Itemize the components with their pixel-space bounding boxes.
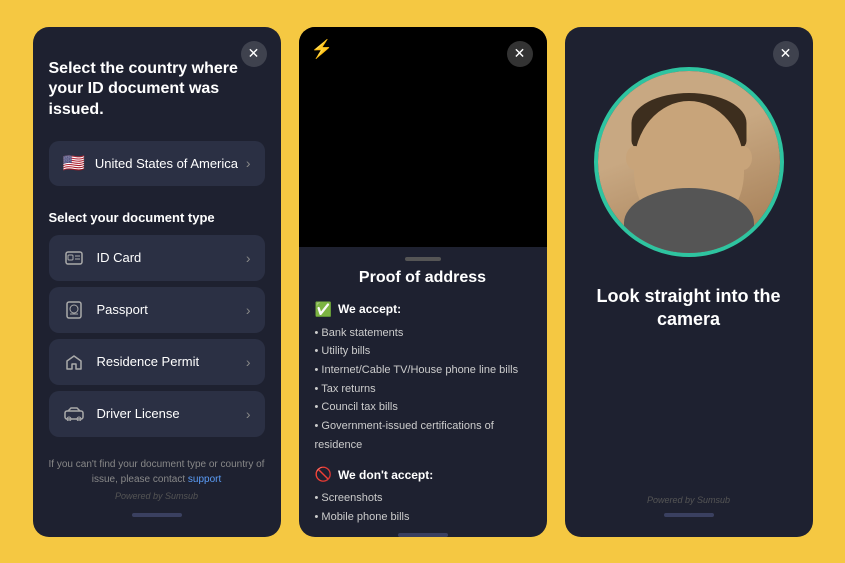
decline-header: 🚫 We don't accept:: [315, 466, 531, 483]
list-item: • Government-issued certifications of re…: [315, 417, 531, 454]
doc-item-driver[interactable]: Driver License ›: [49, 391, 265, 437]
flag-icon: 🇺🇸: [63, 153, 85, 174]
face-right-ear: [734, 146, 752, 170]
decline-label: We don't accept:: [338, 468, 433, 482]
chevron-driver-icon: ›: [246, 406, 251, 422]
accept-label: We accept:: [338, 302, 401, 316]
list-item: • Screenshots: [315, 489, 531, 508]
doc-item-residence[interactable]: Residence Permit ›: [49, 339, 265, 385]
proof-content: Proof of address ✅ We accept: • Bank sta…: [299, 269, 547, 525]
support-link[interactable]: support: [188, 474, 221, 485]
doc-item-passport[interactable]: Passport ›: [49, 287, 265, 333]
list-item: • Tax returns: [315, 380, 531, 399]
powered-by: Powered by Sumsub: [49, 491, 265, 501]
face-background: [598, 71, 780, 253]
decline-section: 🚫 We don't accept: • Screenshots • Mobil…: [315, 466, 531, 524]
doc-label-passport: Passport: [97, 302, 246, 317]
doc-item-idcard[interactable]: ID Card ›: [49, 235, 265, 281]
accept-section: ✅ We accept: • Bank statements • Utility…: [315, 301, 531, 455]
decline-list: • Screenshots • Mobile phone bills • Med…: [315, 489, 531, 524]
footer-text: If you can't find your document type or …: [49, 457, 265, 487]
doc-label-idcard: ID Card: [97, 250, 246, 265]
bottom-handle-p2: [398, 533, 448, 537]
powered-by-p3: Powered by Sumsub: [647, 495, 730, 505]
bottom-handle-p3: [664, 513, 714, 517]
close-button-panel2[interactable]: ✕: [507, 41, 533, 67]
close-icon-panel2: ✕: [514, 45, 526, 62]
panel-title: Select the country where your ID documen…: [49, 59, 265, 121]
document-list: ID Card › Passport › Residence Permi: [49, 235, 265, 437]
flash-icon[interactable]: ⚡: [311, 39, 333, 60]
face-preview: [594, 67, 784, 257]
camera-instruction: Look straight into the camera: [585, 285, 793, 332]
panel-footer: If you can't find your document type or …: [49, 457, 265, 517]
country-name: United States of America: [95, 156, 246, 171]
doc-label-residence: Residence Permit: [97, 354, 246, 369]
country-selector[interactable]: 🇺🇸 United States of America ›: [49, 141, 265, 186]
residence-icon: [63, 351, 85, 373]
drag-handle: [405, 257, 441, 261]
list-item: • Utility bills: [315, 342, 531, 361]
chevron-residence-icon: ›: [246, 354, 251, 370]
close-icon: ✕: [248, 45, 260, 62]
document-section-label: Select your document type: [49, 210, 265, 225]
accept-list: • Bank statements • Utility bills • Inte…: [315, 324, 531, 455]
face-camera-panel: ✕ Look straight into the camera Powered …: [565, 27, 813, 537]
face-left-ear: [626, 146, 644, 170]
driver-icon: [63, 403, 85, 425]
list-item: • Internet/Cable TV/House phone line bil…: [315, 361, 531, 380]
face-body: [624, 188, 754, 253]
decline-icon: 🚫: [315, 466, 332, 483]
list-item: • Bank statements: [315, 324, 531, 343]
country-document-panel: ✕ Select the country where your ID docum…: [33, 27, 281, 537]
doc-label-driver: Driver License: [97, 406, 246, 421]
proof-title: Proof of address: [315, 269, 531, 287]
proof-of-address-panel: ⚡ ✕ Proof of address ✅ We accept: • Bank…: [299, 27, 547, 537]
chevron-right-icon: ›: [246, 155, 251, 171]
list-item: • Council tax bills: [315, 398, 531, 417]
list-item: • Mobile phone bills: [315, 508, 531, 525]
passport-icon: [63, 299, 85, 321]
chevron-idcard-icon: ›: [246, 250, 251, 266]
camera-view: ⚡ ✕: [299, 27, 547, 247]
bottom-handle: [132, 513, 182, 517]
chevron-passport-icon: ›: [246, 302, 251, 318]
accept-header: ✅ We accept:: [315, 301, 531, 318]
accept-icon: ✅: [315, 301, 332, 318]
idcard-icon: [63, 247, 85, 269]
close-button-panel3[interactable]: ✕: [773, 41, 799, 67]
close-icon-panel3: ✕: [780, 45, 792, 62]
close-button[interactable]: ✕: [241, 41, 267, 67]
